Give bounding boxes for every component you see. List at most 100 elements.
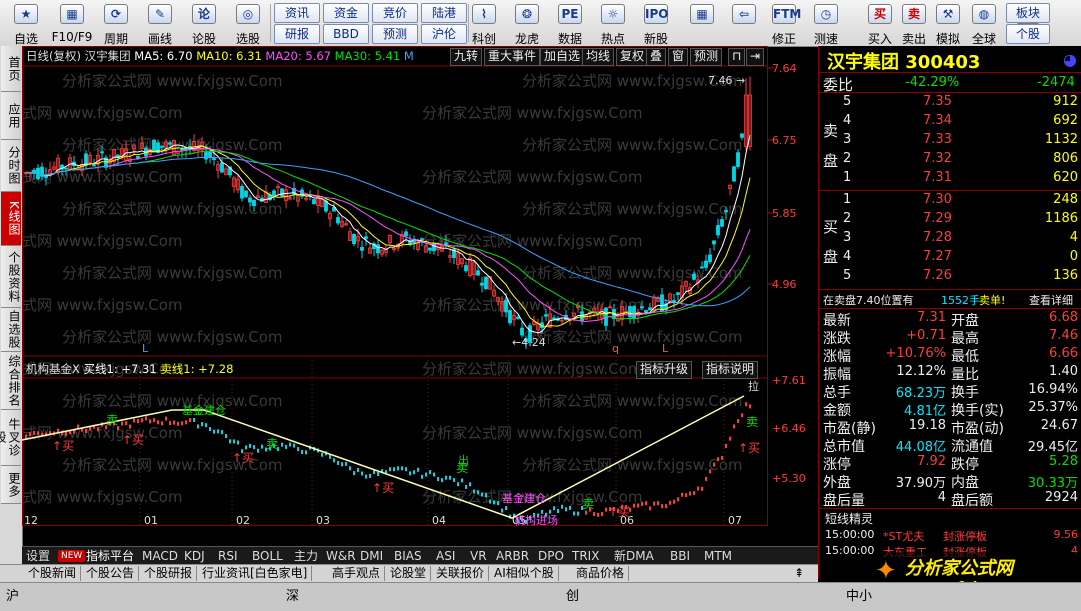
indicator-tab-14[interactable]: DPO <box>538 548 564 564</box>
toolbar-button-4[interactable]: 论论股 <box>182 0 226 46</box>
indicator-tab-5[interactable]: RSI <box>218 548 238 564</box>
quick-button-1-2[interactable]: 预测 <box>372 24 418 44</box>
toolbar-button-2[interactable]: ⟳ 周期 <box>94 0 138 46</box>
info-tab-6[interactable]: 关联报价 <box>432 566 490 581</box>
indicator-button-0[interactable]: 指标升级 <box>636 361 693 379</box>
indicator-button-1[interactable]: 指标说明 <box>702 361 759 379</box>
indicator-tab-7[interactable]: 主力 <box>294 548 318 564</box>
skip-icon[interactable]: ⇥ <box>746 48 765 66</box>
indicator-tab-12[interactable]: VR <box>470 548 487 564</box>
info-tab-5[interactable]: 论股堂 <box>386 566 432 581</box>
main-button-2[interactable]: 加自选 <box>540 48 585 66</box>
left-tab-2[interactable]: 分时图 <box>1 140 21 192</box>
quick-button-0-0[interactable]: 资讯 <box>274 3 320 23</box>
toolbar-button-1[interactable]: ▦ F10/F9 <box>50 0 94 46</box>
bid-price[interactable]: 7.28 <box>923 230 952 245</box>
news-title[interactable]: 短线精灵 <box>825 510 873 527</box>
info-tab-0[interactable]: 个股新闻 <box>24 566 82 581</box>
main-button-3[interactable]: 均线 <box>582 48 615 66</box>
board-button-0[interactable]: 板块 <box>1006 3 1050 23</box>
toolbar-right-button-2[interactable]: PE 数据 <box>550 0 590 46</box>
toolbar-right-button-8[interactable]: ◷ 测速 <box>806 0 846 46</box>
left-tab-7[interactable]: 牛叉诊股 <box>0 410 21 466</box>
indicator-tab-18[interactable]: MTM <box>704 548 732 564</box>
info-tab-2[interactable]: 个股研报 <box>140 566 198 581</box>
indicator-tab-3[interactable]: MACD <box>142 548 178 564</box>
indicator-tab-10[interactable]: BIAS <box>394 548 422 564</box>
main-button-4[interactable]: 复权 <box>616 48 649 66</box>
toolbar-right-button-5[interactable]: ▦ <box>682 0 722 46</box>
toolbar-right-button-1[interactable]: ❂ 龙虎 <box>507 0 547 46</box>
left-tab-4[interactable]: 个股资料 <box>1 246 21 308</box>
left-tab-8[interactable]: 更多 <box>1 466 21 504</box>
order-detail-link[interactable]: 查看详细 <box>1029 292 1073 308</box>
main-button-0[interactable]: 九转 <box>450 48 483 66</box>
bid-price[interactable]: 7.26 <box>923 268 952 283</box>
indicator-tab-11[interactable]: ASI <box>436 548 455 564</box>
left-tab-5[interactable]: 自选股 <box>1 308 21 352</box>
ask-price[interactable]: 7.32 <box>923 151 952 166</box>
status-cy[interactable]: 创 <box>566 585 579 604</box>
info-tab-4[interactable]: 高手观点 <box>328 566 386 581</box>
status-sh[interactable]: 沪 <box>6 585 19 604</box>
toolbar-button-5[interactable]: ◎ 选股 <box>226 0 270 46</box>
indicator-tab-13[interactable]: ARBR <box>496 548 529 564</box>
main-button-7[interactable]: 预测 <box>690 48 723 66</box>
quote-config-icon[interactable]: ◕ <box>1063 50 1077 69</box>
bid-price[interactable]: 7.27 <box>923 249 952 264</box>
main-button-6[interactable]: 窗 <box>668 48 689 66</box>
toolbar-button-3[interactable]: ✎ 画线 <box>138 0 182 46</box>
indicator-tab-0[interactable]: 设置 <box>26 548 50 564</box>
status-sz[interactable]: 深 <box>286 585 299 604</box>
indicator-tab-9[interactable]: DMI <box>360 548 383 564</box>
info-tab-8[interactable]: 商品价格 <box>572 566 630 581</box>
ask-price[interactable]: 7.35 <box>923 94 952 109</box>
quick-button-1-3[interactable]: 沪伦 <box>421 24 467 44</box>
board-button-1[interactable]: 个股 <box>1006 24 1050 44</box>
quick-button-1-0[interactable]: 研报 <box>274 24 320 44</box>
indicator-tab-17[interactable]: BBI <box>670 548 690 564</box>
indicator-tab-4[interactable]: KDJ <box>184 548 205 564</box>
chart-area[interactable]: 分析家公式网 www.fxjgsw.Com 分析家公式网 www.fxjgsw.C… <box>22 46 818 546</box>
news-stock[interactable]: *ST尤夫 <box>883 528 924 544</box>
main-button-1[interactable]: 重大事件 <box>484 48 541 66</box>
status-zx[interactable]: 中小 <box>846 585 872 604</box>
indicator-tab-6[interactable]: BOLL <box>252 548 283 564</box>
bid-price[interactable]: 7.30 <box>923 192 952 207</box>
quick-button-1-1[interactable]: BBD <box>323 24 369 44</box>
toolbar-right-button-3[interactable]: ☼ 热点 <box>593 0 633 46</box>
main-button-5[interactable]: 叠 <box>646 48 667 66</box>
toolbar-right-button-4[interactable]: IPO 新股 <box>636 0 676 46</box>
toolbar-right-button-0[interactable]: ⌇ 科创 <box>464 0 504 46</box>
toolbar-right-button-7[interactable]: FTM 修正 <box>764 0 804 46</box>
toolbar-right-button-11[interactable]: ⚒ 模拟 <box>928 0 968 46</box>
ask-price[interactable]: 7.34 <box>923 113 952 128</box>
quick-button-0-1[interactable]: 资金 <box>323 3 369 23</box>
info-tab-3[interactable]: 行业资讯[白色家电] <box>198 566 313 581</box>
left-tab-6[interactable]: 综合排名 <box>1 352 21 410</box>
period-label[interactable]: 日线(复权) <box>26 49 81 63</box>
left-tab-3[interactable]: K线图 <box>1 192 21 246</box>
ask-price[interactable]: 7.33 <box>923 132 952 147</box>
left-tab-1[interactable]: 应用 <box>1 92 21 140</box>
quick-button-0-3[interactable]: 陆港 <box>421 3 467 23</box>
indicator-tab-8[interactable]: W&R <box>326 548 356 564</box>
indicator-tab-2[interactable]: 指标平台 <box>86 548 134 564</box>
lock-icon[interactable]: ⊓ <box>728 48 746 66</box>
collapse-icon[interactable]: ⇞ <box>790 566 808 581</box>
indicator-tab-1[interactable]: NEW <box>58 550 86 562</box>
indicator-name[interactable]: 机构基金X <box>26 362 80 376</box>
ask-price[interactable]: 7.31 <box>923 170 952 185</box>
quick-button-0-2[interactable]: 竞价 <box>372 3 418 23</box>
info-tab-1[interactable]: 个股公告 <box>82 566 140 581</box>
toolbar-right-button-12[interactable]: ◍ 全球 <box>964 0 1004 46</box>
info-tab-7[interactable]: AI相似个股 <box>490 566 559 581</box>
toolbar-right-button-6[interactable]: ⇦ <box>724 0 764 46</box>
left-tab-0[interactable]: 首页 <box>1 46 21 92</box>
toolbar-button-0[interactable]: ★ 自选 <box>4 0 48 46</box>
indicator-tab-15[interactable]: TRIX <box>572 548 599 564</box>
bid-volume: 136 <box>1053 268 1078 283</box>
indicator-tab-16[interactable]: 新DMA <box>614 548 654 564</box>
indicator-bar <box>481 492 483 497</box>
bid-price[interactable]: 7.29 <box>923 211 952 226</box>
